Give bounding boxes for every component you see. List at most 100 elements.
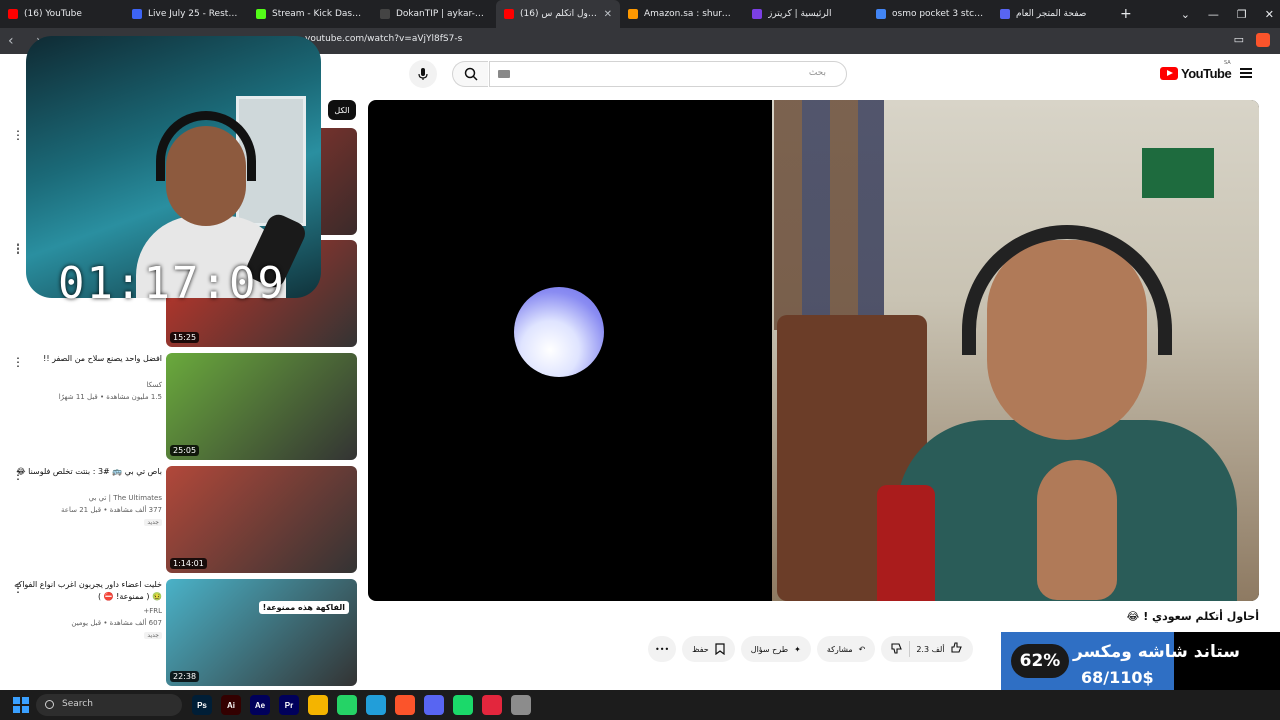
install-icon[interactable]: ▭ bbox=[1234, 33, 1244, 47]
more-options-icon[interactable]: ⋮ bbox=[12, 242, 24, 254]
related-meta: 607 ألف مشاهدة • قبل يومين bbox=[71, 619, 162, 627]
tab-title: الرئيسية | كريترز bbox=[768, 9, 832, 19]
related-thumbnail[interactable]: 25:05 bbox=[166, 353, 357, 460]
browser-tab[interactable]: صفحة المتجر العام bbox=[992, 0, 1116, 28]
mic-icon bbox=[418, 68, 428, 80]
save-button[interactable]: حفظ bbox=[682, 636, 735, 662]
voice-search-button[interactable] bbox=[409, 60, 437, 88]
taskbar-apps: Ps Ai Ae Pr bbox=[192, 695, 531, 715]
youtube-play-icon bbox=[1160, 67, 1178, 80]
thumbnail-caption: الفاكهة هذه ممنوعة! bbox=[258, 601, 349, 614]
related-channel[interactable]: FRL+ bbox=[12, 605, 162, 617]
new-tab-icon[interactable]: + bbox=[1120, 6, 1132, 22]
related-meta: 377 ألف مشاهدة • قبل 21 ساعة bbox=[61, 506, 162, 514]
video-duration: 25:05 bbox=[170, 445, 200, 456]
brave-shield-icon[interactable] bbox=[1256, 33, 1270, 47]
browser-tab[interactable]: DokanTIP | aykar-ksa bbox=[372, 0, 496, 28]
taskbar-search[interactable]: Search bbox=[36, 694, 182, 716]
browser-tab[interactable]: Amazon.sa : shure mv7 pl bbox=[620, 0, 744, 28]
goal-percent: 62% bbox=[1011, 644, 1069, 678]
related-title[interactable]: افضل واحد يصنع سلاح من الصفر !! bbox=[12, 353, 162, 365]
thumbs-down-icon bbox=[891, 643, 903, 654]
search-placeholder: بحث bbox=[808, 68, 826, 78]
url-field[interactable]: youtube.com/watch?v=aVjYl8fS7-s bbox=[305, 34, 462, 44]
taskbar-app-icon[interactable]: Ps bbox=[192, 695, 212, 715]
video-duration: 15:25 bbox=[170, 332, 200, 343]
new-badge: جديد bbox=[144, 632, 162, 639]
hamburger-menu-icon[interactable] bbox=[1240, 68, 1252, 78]
taskbar-app-icon[interactable] bbox=[511, 695, 531, 715]
thumbs-up-icon bbox=[951, 642, 962, 653]
ask-button[interactable]: طرح سؤال ✦ bbox=[740, 636, 811, 662]
saudi-flag bbox=[1142, 148, 1214, 198]
taskbar-app-icon[interactable]: Ae bbox=[250, 695, 270, 715]
more-options-icon[interactable]: ⋮ bbox=[12, 582, 24, 594]
related-thumbnail[interactable]: 1:14:01 bbox=[166, 466, 357, 573]
like-button[interactable] bbox=[951, 642, 963, 656]
browser-tab[interactable]: Live July 25 - Restream bbox=[124, 0, 248, 28]
tab-favicon-icon bbox=[752, 9, 762, 19]
taskbar-app-icon[interactable] bbox=[395, 695, 415, 715]
video-title: أحاول أتكلم سعودي ! 😂 bbox=[1126, 610, 1259, 623]
taskbar-search-label: Search bbox=[62, 699, 93, 709]
browser-tab[interactable]: (16) YouTube bbox=[0, 0, 124, 28]
keyboard-icon[interactable] bbox=[498, 70, 510, 78]
share-label: مشاركة bbox=[826, 644, 853, 654]
filter-chip-all[interactable]: الكل bbox=[328, 100, 356, 120]
related-channel[interactable]: The Ultimates | تي بي bbox=[12, 492, 162, 504]
taskbar-app-icon[interactable] bbox=[308, 695, 328, 715]
minimize-icon[interactable]: — bbox=[1208, 8, 1219, 21]
tab-favicon-icon bbox=[504, 9, 514, 19]
more-options-icon[interactable]: ⋮ bbox=[12, 469, 24, 481]
taskbar-search-icon bbox=[45, 700, 54, 709]
tab-title: Stream - Kick Dashbo bbox=[272, 9, 364, 19]
wall-posters bbox=[774, 100, 884, 330]
browser-tab-strip: (16) YouTube Live July 25 - Restream Strea… bbox=[0, 0, 1280, 28]
taskbar-app-icon[interactable] bbox=[482, 695, 502, 715]
tab-favicon-icon bbox=[380, 9, 390, 19]
windows-taskbar: Search Ps Ai Ae Pr bbox=[0, 690, 1280, 720]
dislike-button[interactable] bbox=[891, 642, 903, 656]
more-icon: ••• bbox=[655, 644, 670, 654]
tab-title: DokanTIP | aykar-ksa bbox=[396, 9, 488, 19]
goal-label: ستاند شاشه ومكسر bbox=[1072, 642, 1240, 662]
close-window-icon[interactable]: ✕ bbox=[1265, 8, 1274, 21]
search-input[interactable]: بحث bbox=[489, 61, 847, 87]
ask-label: طرح سؤال bbox=[750, 644, 789, 654]
browser-tab[interactable]: Stream - Kick Dashbo bbox=[248, 0, 372, 28]
taskbar-app-icon[interactable] bbox=[337, 695, 357, 715]
restore-icon[interactable]: ❐ bbox=[1237, 8, 1247, 21]
related-title[interactable]: باص تي بي 🚌 #3 : بنتت تخلص فلوسنا 😂 bbox=[12, 466, 162, 478]
more-options-icon[interactable]: ⋮ bbox=[12, 129, 24, 141]
related-channel[interactable]: كسكا bbox=[12, 379, 162, 391]
browser-tab[interactable]: osmo pocket 3 stc - Goog bbox=[868, 0, 992, 28]
tab-title: Amazon.sa : shure mv7 pl bbox=[644, 9, 736, 19]
taskbar-app-icon[interactable]: Ai bbox=[221, 695, 241, 715]
share-button[interactable]: مشاركة ↶ bbox=[816, 636, 876, 662]
back-icon[interactable]: ‹ bbox=[8, 33, 28, 49]
more-options-icon[interactable]: ⋮ bbox=[12, 356, 24, 368]
close-tab-icon[interactable]: ✕ bbox=[604, 9, 612, 20]
youtube-logo[interactable]: YouTube SA bbox=[1160, 60, 1232, 81]
share-icon: ↶ bbox=[858, 644, 866, 654]
tab-title: (16) أحاول أتكلم س... bbox=[520, 9, 598, 19]
related-title[interactable]: خليت اعضاء داور يجربون اغرب انواع الفواك… bbox=[12, 579, 162, 603]
browser-tab[interactable]: الرئيسية | كريترز bbox=[744, 0, 868, 28]
bookmark-icon bbox=[715, 643, 725, 655]
search-button[interactable] bbox=[452, 61, 488, 87]
action-bar: ••• حفظ طرح سؤال ✦ مشاركة ↶ 2.3 ألف bbox=[648, 636, 973, 662]
more-actions-button[interactable]: ••• bbox=[648, 636, 677, 662]
taskbar-app-icon[interactable] bbox=[424, 695, 444, 715]
taskbar-app-icon[interactable] bbox=[453, 695, 473, 715]
video-duration: 22:38 bbox=[170, 671, 200, 682]
video-player[interactable] bbox=[368, 100, 1259, 601]
taskbar-app-icon[interactable] bbox=[366, 695, 386, 715]
taskbar-app-icon[interactable]: Pr bbox=[279, 695, 299, 715]
related-meta: 1.5 مليون مشاهدة • قبل 11 شهرًا bbox=[58, 393, 162, 401]
windows-start-icon[interactable] bbox=[13, 697, 29, 713]
browser-tab[interactable]: (16) أحاول أتكلم س... ✕ bbox=[496, 0, 620, 28]
youtube-wordmark: YouTube bbox=[1181, 66, 1232, 81]
like-count: 2.3 ألف bbox=[916, 644, 945, 654]
tab-search-icon[interactable]: ⌄ bbox=[1181, 8, 1190, 21]
related-thumbnail[interactable]: 22:38 الفاكهة هذه ممنوعة! bbox=[166, 579, 357, 686]
